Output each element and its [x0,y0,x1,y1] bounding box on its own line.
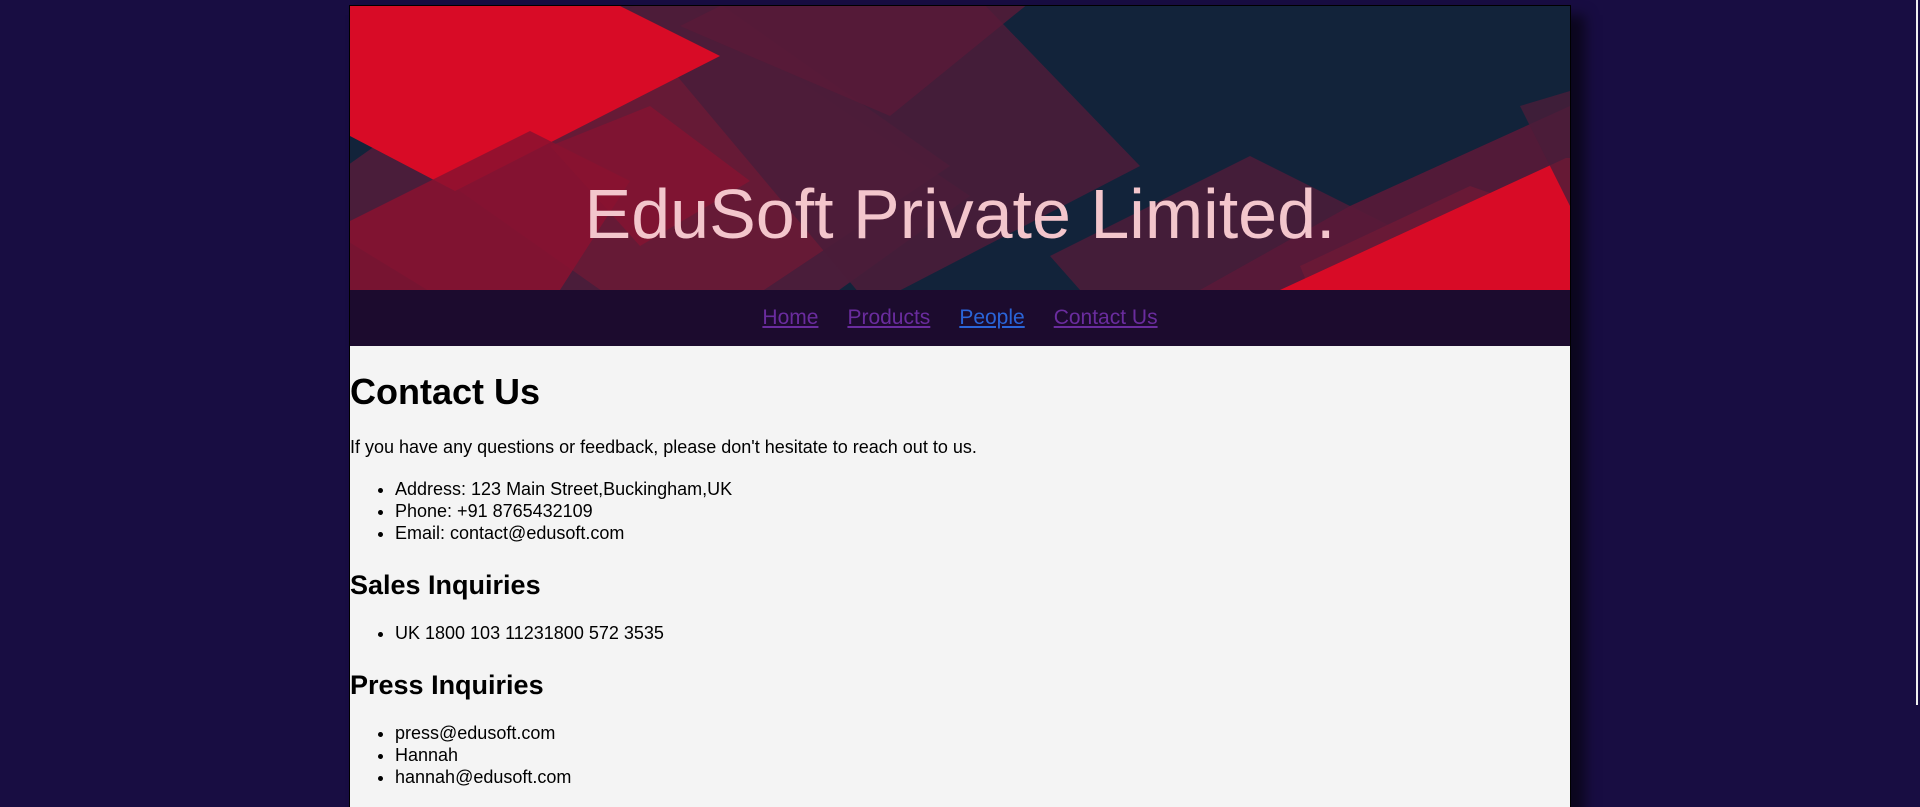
page-container: EduSoft Private Limited. Home Products P… [349,5,1571,807]
contact-email: Email: contact@edusoft.com [395,522,1570,544]
contact-list: Address: 123 Main Street,Buckingham,UK P… [350,478,1570,544]
main-navigation: Home Products People Contact Us [350,290,1570,346]
press-contact-email: hannah@edusoft.com [395,766,1570,788]
sales-phone: UK 1800 103 11231800 572 3535 [395,622,1570,644]
scrollbar-thumb[interactable] [1916,0,1918,705]
press-list: press@edusoft.com Hannah hannah@edusoft.… [350,722,1570,788]
nav-link-products[interactable]: Products [847,306,930,330]
site-title: EduSoft Private Limited. [584,175,1336,253]
window-scrollbar[interactable] [1915,0,1920,806]
press-contact-name: Hannah [395,744,1570,766]
nav-link-people[interactable]: People [959,306,1024,330]
main-content: Contact Us If you have any questions or … [350,372,1570,788]
nav-link-home[interactable]: Home [762,306,818,330]
contact-address: Address: 123 Main Street,Buckingham,UK [395,478,1570,500]
sales-list: UK 1800 103 11231800 572 3535 [350,622,1570,644]
press-email: press@edusoft.com [395,722,1570,744]
contact-phone: Phone: +91 8765432109 [395,500,1570,522]
header-banner: EduSoft Private Limited. [350,6,1570,290]
intro-text: If you have any questions or feedback, p… [350,437,977,457]
sales-heading: Sales Inquiries [350,570,541,600]
press-heading: Press Inquiries [350,670,544,700]
nav-link-contact-us[interactable]: Contact Us [1054,306,1158,330]
page-title: Contact Us [350,371,541,412]
